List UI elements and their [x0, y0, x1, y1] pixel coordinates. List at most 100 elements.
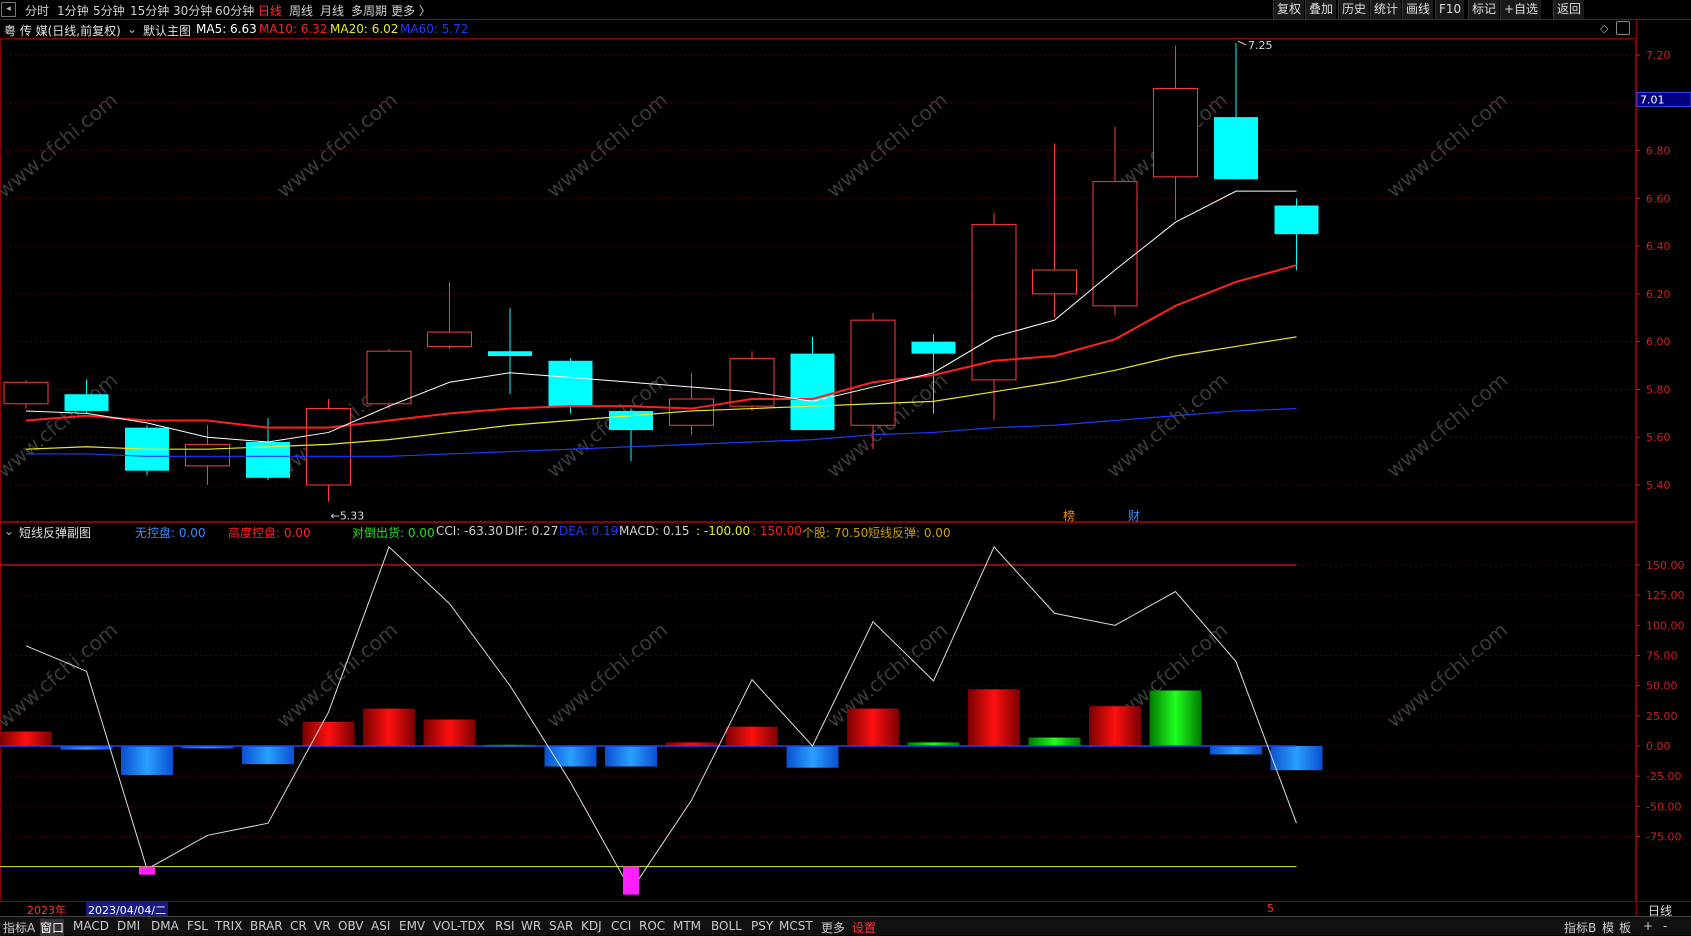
watermark-text: www.cfchi.com	[542, 368, 672, 483]
board-button[interactable]: 板	[1619, 919, 1631, 936]
tab-trix[interactable]: TRIX	[215, 919, 242, 933]
tab-emv[interactable]: EMV	[399, 919, 425, 933]
window-toggle-icon[interactable]	[1616, 21, 1630, 35]
tab-roc[interactable]: ROC	[639, 919, 665, 933]
sub-bar	[907, 742, 960, 746]
stats-button[interactable]: 统计	[1370, 0, 1402, 19]
period-tab-fenshi[interactable]: 分时	[25, 2, 49, 19]
main-chart-frame	[0, 38, 1636, 522]
tab-indicator-b[interactable]: 指标B	[1564, 919, 1596, 936]
ma60-label: MA60: 5.72	[400, 22, 469, 36]
period-toolbar: ◂ 分时 1分钟 5分钟 15分钟 30分钟 60分钟 日线 周线 月线 多周期…	[0, 0, 1691, 20]
candle-body-up	[366, 350, 412, 405]
tab-cr[interactable]: CR	[290, 919, 307, 933]
period-tab-60min[interactable]: 60分钟	[215, 2, 254, 19]
tab-indicator-a[interactable]: 指标A	[3, 919, 35, 936]
tab-mcst[interactable]: MCST	[779, 919, 813, 933]
tab-more[interactable]: 更多	[821, 919, 845, 936]
high-marker-label: 7.25	[1248, 39, 1273, 52]
period-tab-multi[interactable]: 多周期	[351, 2, 387, 19]
sub-bar	[1089, 706, 1141, 746]
candle-body-down	[125, 427, 169, 471]
sub-label-8: : -100.00	[696, 524, 751, 538]
high-marker-arrow	[1237, 40, 1247, 46]
tab-dmi[interactable]: DMI	[117, 919, 140, 933]
tab-psy[interactable]: PSY	[751, 919, 773, 933]
sub-tick-label: 50.00	[1646, 680, 1678, 693]
period-tab-weekly[interactable]: 周线	[289, 2, 313, 19]
tab-settings[interactable]: 设置	[852, 919, 876, 936]
layout-label[interactable]: 默认主图	[143, 22, 191, 39]
tab-wr[interactable]: WR	[521, 919, 541, 933]
tab-window[interactable]: 窗口	[40, 919, 65, 936]
candle-body-down	[1274, 205, 1319, 235]
zoom-out-button[interactable]: -	[1663, 919, 1667, 933]
main-tick-label: 5.80	[1646, 383, 1671, 396]
tab-kdj[interactable]: KDJ	[581, 919, 602, 933]
sub-tick-label: -75.00	[1646, 831, 1681, 844]
period-tab-1min[interactable]: 1分钟	[57, 2, 89, 19]
sub-label-11: 短线反弹: 0.00	[868, 526, 951, 540]
main-tick-label: 6.80	[1646, 145, 1671, 158]
tab-mtm[interactable]: MTM	[673, 919, 701, 933]
sub-tick-label: 150.00	[1646, 559, 1685, 572]
template-button[interactable]: 模	[1602, 919, 1614, 936]
overlay-button[interactable]: 叠加	[1305, 0, 1337, 19]
tab-vol-tdx[interactable]: VOL-TDX	[433, 919, 485, 933]
sub-bar	[60, 746, 113, 750]
mark-button[interactable]: 标记	[1468, 0, 1500, 19]
sub-chart-title[interactable]: 短线反弹副图	[19, 524, 91, 541]
sub-bar	[968, 689, 1020, 746]
sub-chart-infobar: ⌄ 短线反弹副图 无控盘: 0.00 高度控盘: 0.00 对倒出货: 0.00…	[0, 522, 1636, 540]
tab-obv[interactable]: OBV	[338, 919, 364, 933]
sub-bar	[665, 742, 718, 746]
add-watchlist-button[interactable]: +自选	[1500, 0, 1542, 19]
tab-boll[interactable]: BOLL	[711, 919, 742, 933]
draw-line-button[interactable]: 画线	[1402, 0, 1434, 19]
diamond-icon[interactable]: ◇	[1600, 22, 1608, 35]
watermark-text: www.cfchi.com	[272, 88, 402, 203]
main-tick-label: 6.00	[1646, 336, 1671, 349]
candle-body-up	[850, 319, 896, 426]
candle-body-down	[246, 442, 290, 478]
sub-chart-dropdown-icon[interactable]: ⌄	[4, 524, 14, 538]
period-tab-monthly[interactable]: 月线	[320, 2, 344, 19]
event-mark-finance: 财	[1128, 509, 1140, 523]
fuquan-button[interactable]: 复权	[1273, 0, 1305, 19]
tab-cci[interactable]: CCI	[611, 919, 631, 933]
tab-asi[interactable]: ASI	[371, 919, 390, 933]
sub-tick-label: 25.00	[1646, 710, 1678, 723]
candle-body-up	[1092, 181, 1138, 307]
back-arrow-icon[interactable]: ◂	[1, 2, 16, 17]
watermark-text: www.cfchi.com	[542, 88, 672, 203]
candle-body-down	[1214, 117, 1258, 180]
ma20-label: MA20: 6.02	[330, 22, 399, 36]
period-tab-daily[interactable]: 日线	[258, 2, 282, 19]
watermark-text: www.cfchi.com	[822, 88, 952, 203]
period-tab-5min[interactable]: 5分钟	[93, 2, 125, 19]
candle-body-up	[729, 357, 775, 407]
period-tab-30min[interactable]: 30分钟	[173, 2, 212, 19]
tab-dma[interactable]: DMA	[151, 919, 179, 933]
chart-canvas[interactable]: www.cfchi.com www.cfchi.com www.cfchi.com w…	[0, 0, 1691, 934]
tab-vr[interactable]: VR	[314, 919, 331, 933]
tab-brar[interactable]: BRAR	[250, 919, 283, 933]
tab-sar[interactable]: SAR	[549, 919, 573, 933]
layout-dropdown-icon[interactable]: ⌄	[127, 22, 137, 36]
candle-body-down	[548, 360, 593, 407]
period-tab-15min[interactable]: 15分钟	[130, 2, 169, 19]
sub-chart-frame	[0, 522, 1636, 902]
watermark-text: www.cfchi.com	[822, 618, 952, 733]
zoom-in-button[interactable]: +	[1643, 919, 1653, 933]
sub-label-9: : 150.00	[752, 524, 802, 538]
watermark-text: www.cfchi.com	[0, 88, 122, 203]
f10-button[interactable]: F10	[1435, 0, 1465, 19]
sub-bar	[363, 708, 415, 746]
tab-rsi[interactable]: RSI	[495, 919, 515, 933]
sub-bar	[1270, 746, 1323, 771]
tab-macd[interactable]: MACD	[73, 919, 109, 933]
return-button[interactable]: 返回	[1553, 0, 1585, 19]
tab-fsl[interactable]: FSL	[187, 919, 208, 933]
period-tab-more[interactable]: 更多 〉	[391, 2, 431, 19]
history-button[interactable]: 历史	[1338, 0, 1370, 19]
